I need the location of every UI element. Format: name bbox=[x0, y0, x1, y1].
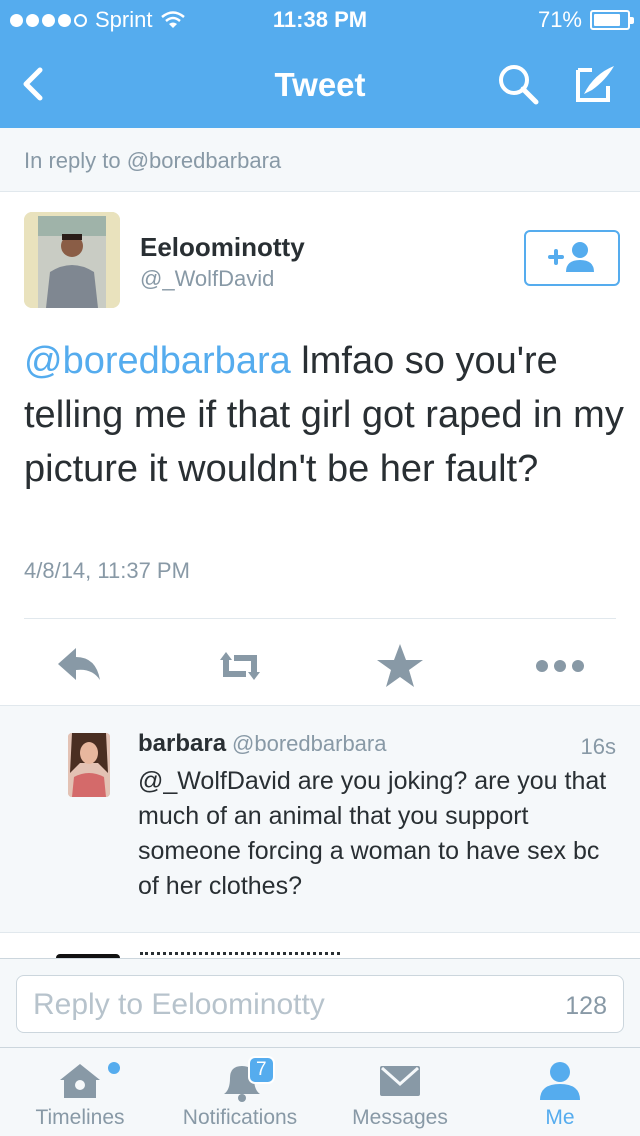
more-icon[interactable] bbox=[532, 640, 588, 692]
tab-label: Notifications bbox=[182, 1106, 298, 1129]
divider bbox=[24, 618, 616, 619]
reply-tweet[interactable]: barbara @boredbarbara 16s @_WolfDavid are… bbox=[0, 705, 640, 933]
reply-composer: Reply to Eeloominotty 128 bbox=[0, 958, 640, 1048]
tweet-mention-link[interactable]: @boredbarbara bbox=[24, 340, 291, 382]
person-icon bbox=[540, 1062, 580, 1100]
tweet-timestamp: 4/8/14, 11:37 PM bbox=[24, 558, 190, 583]
notification-badge: 7 bbox=[248, 1056, 275, 1084]
avatar[interactable] bbox=[24, 212, 120, 308]
author-name[interactable]: Eeloominotty bbox=[140, 232, 305, 263]
reply-input[interactable]: Reply to Eeloominotty 128 bbox=[16, 975, 624, 1033]
tab-me[interactable]: Me bbox=[480, 1048, 640, 1136]
envelope-icon bbox=[380, 1066, 420, 1096]
status-bar: Sprint 11:38 PM 71% bbox=[0, 0, 640, 40]
tab-label: Messages bbox=[352, 1106, 448, 1129]
next-reply-partial[interactable] bbox=[0, 934, 640, 958]
battery-status: 71% bbox=[537, 7, 634, 33]
in-reply-to-bar[interactable]: In reply to @boredbarbara bbox=[0, 128, 640, 192]
favorite-icon[interactable] bbox=[372, 640, 428, 692]
search-icon[interactable] bbox=[496, 62, 540, 106]
page-title: Tweet bbox=[274, 66, 366, 103]
compose-icon[interactable] bbox=[570, 60, 618, 108]
tab-notifications[interactable]: 7 Notifications bbox=[160, 1048, 320, 1136]
author-photo bbox=[24, 212, 120, 308]
tab-timelines[interactable]: Timelines bbox=[0, 1048, 160, 1136]
reply-author[interactable]: barbara @boredbarbara bbox=[138, 730, 386, 758]
reply-placeholder: Reply to Eeloominotty bbox=[33, 988, 325, 1021]
reply-avatar[interactable] bbox=[68, 733, 110, 797]
battery-icon bbox=[590, 10, 634, 30]
add-user-icon bbox=[548, 242, 594, 272]
follow-button[interactable] bbox=[524, 230, 620, 286]
tab-messages[interactable]: Messages bbox=[320, 1048, 480, 1136]
tab-label: Me bbox=[545, 1106, 575, 1129]
reply-icon[interactable] bbox=[52, 640, 108, 692]
home-icon bbox=[60, 1064, 100, 1098]
tab-bar: Timelines 7 Notifications Messages Me bbox=[0, 1048, 640, 1136]
header: Sprint 11:38 PM 71% Tweet bbox=[0, 0, 640, 128]
reply-time: 16s bbox=[580, 734, 616, 759]
tab-label: Timelines bbox=[35, 1106, 125, 1129]
char-count: 128 bbox=[565, 992, 607, 1020]
reply-author-handle: @boredbarbara bbox=[232, 731, 387, 756]
author-handle[interactable]: @_WolfDavid bbox=[140, 266, 274, 292]
tweet-text: @boredbarbara lmfao so you're telling me… bbox=[24, 334, 624, 496]
new-indicator bbox=[108, 1062, 120, 1074]
tweet-actions bbox=[0, 630, 640, 704]
retweet-icon[interactable] bbox=[212, 640, 268, 692]
reply-author-name: barbara bbox=[138, 730, 227, 757]
reply-author-photo bbox=[68, 733, 110, 797]
battery-percent: 71% bbox=[537, 7, 582, 32]
in-reply-to-label: In reply to @boredbarbara bbox=[24, 148, 282, 173]
reply-text: @_WolfDavid are you joking? are you that… bbox=[138, 767, 607, 900]
